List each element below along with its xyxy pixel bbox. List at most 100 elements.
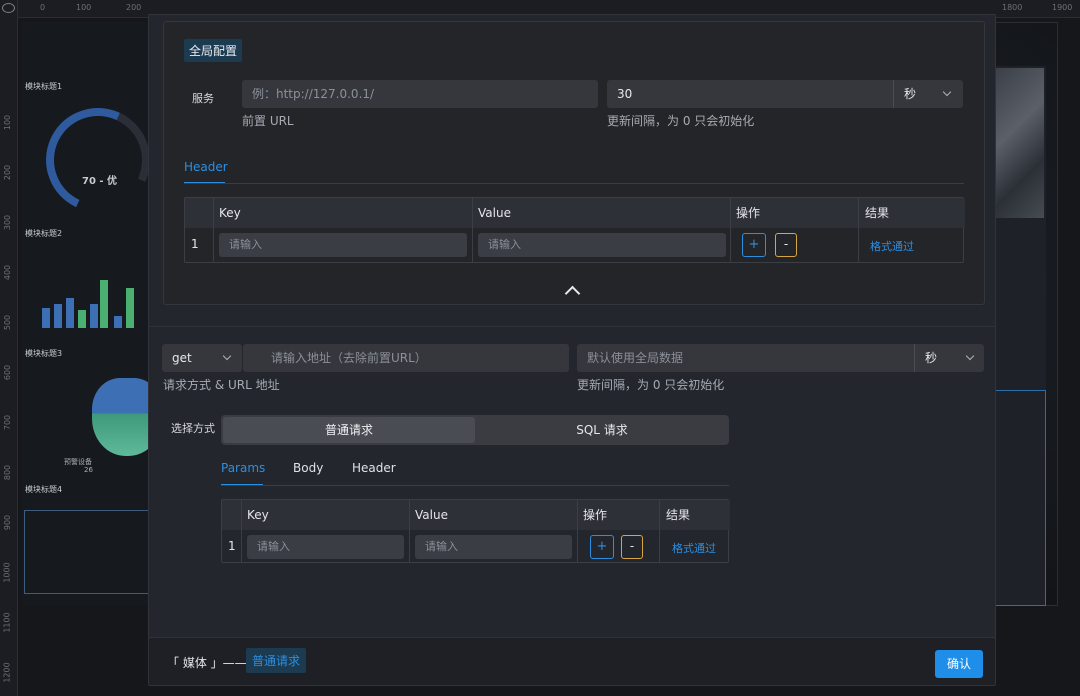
widget-title: 模块标题4 xyxy=(25,484,62,495)
base-url-input[interactable]: 例：http://127.0.0.1/ xyxy=(242,80,598,108)
column-separator xyxy=(730,198,731,262)
validation-result: 格式通过 xyxy=(672,540,716,556)
ruler-mark: 200 xyxy=(126,3,141,12)
column-separator xyxy=(213,198,214,262)
chevron-down-icon xyxy=(223,352,231,360)
chevron-up-icon[interactable] xyxy=(565,286,581,302)
request-url-input[interactable]: 请输入地址（去除前置URL） xyxy=(243,344,569,372)
mode-sql[interactable]: SQL 请求 xyxy=(477,417,727,443)
interval-unit-select[interactable]: 秒 xyxy=(914,344,984,372)
tab-params[interactable]: Params xyxy=(221,461,265,475)
ruler-mark: 300 xyxy=(3,215,12,230)
value-input[interactable]: 请输入 xyxy=(415,535,572,559)
value-input[interactable]: 请输入 xyxy=(478,233,726,257)
column-separator xyxy=(659,500,660,562)
global-interval-input[interactable]: 30 秒 xyxy=(607,80,963,108)
interval-value: 30 xyxy=(617,87,632,101)
key-input[interactable]: 请输入 xyxy=(219,233,467,257)
remove-row-button[interactable]: - xyxy=(775,233,797,257)
interval-unit: 秒 xyxy=(925,351,937,365)
column-actions: 操作 xyxy=(583,500,607,530)
column-key: Key xyxy=(219,198,241,228)
interval-placeholder: 默认使用全局数据 xyxy=(587,351,683,365)
bar-mark xyxy=(126,288,134,328)
bar-mark xyxy=(114,316,122,328)
method-select[interactable]: get xyxy=(162,344,242,372)
eye-icon[interactable] xyxy=(2,3,15,13)
column-separator xyxy=(409,500,410,562)
chevron-down-icon xyxy=(966,352,974,360)
column-separator xyxy=(858,198,859,262)
ruler-mark: 500 xyxy=(3,315,12,330)
media-label: 「 媒体 」—— xyxy=(167,654,247,671)
tab-divider xyxy=(184,183,964,184)
column-key: Key xyxy=(247,500,269,530)
ruler-mark: 600 xyxy=(3,365,12,380)
video-widget xyxy=(996,68,1044,218)
tab-divider xyxy=(221,485,729,486)
gauge-value: 70 - 优 xyxy=(82,172,117,187)
tab-body[interactable]: Body xyxy=(293,461,323,475)
ruler-mark: 1200 xyxy=(3,662,12,682)
request-type-tag: 普通请求 xyxy=(246,648,306,673)
mode-label: 选择方式 xyxy=(171,420,215,436)
column-result: 结果 xyxy=(865,198,889,228)
ruler-mark: 1000 xyxy=(3,562,12,582)
global-config-panel: 全局配置 服务 例：http://127.0.0.1/ 前置 URL 30 秒 … xyxy=(163,21,985,305)
selection-frame xyxy=(996,390,1046,606)
ruler-mark: 800 xyxy=(3,465,12,480)
request-config-modal: 全局配置 服务 例：http://127.0.0.1/ 前置 URL 30 秒 … xyxy=(148,14,996,686)
add-row-button[interactable]: + xyxy=(742,233,766,257)
key-input[interactable]: 请输入 xyxy=(247,535,404,559)
table-header-row xyxy=(222,500,730,530)
ruler-mark: 0 xyxy=(40,3,45,12)
ruler-mark: 100 xyxy=(3,115,12,130)
table-header-row xyxy=(185,198,965,228)
pie-value: 26 xyxy=(84,466,93,474)
tab-header[interactable]: Header xyxy=(352,461,396,475)
column-result: 结果 xyxy=(666,500,690,530)
chevron-down-icon xyxy=(943,88,951,96)
column-separator xyxy=(241,500,242,562)
ruler-left: 100 200 300 400 500 600 700 800 900 1000… xyxy=(0,0,18,696)
modal-footer: 「 媒体 」—— 普通请求 确认 xyxy=(149,637,996,686)
bar-mark xyxy=(42,308,50,328)
column-separator xyxy=(577,500,578,562)
global-interval-hint: 更新间隔，为 0 只会初始化 xyxy=(607,112,754,129)
bar-mark xyxy=(90,304,98,328)
ruler-mark: 1800 xyxy=(1002,3,1022,12)
interval-unit-select[interactable]: 秒 xyxy=(893,80,963,108)
section-divider xyxy=(149,326,996,327)
ruler-mark: 1900 xyxy=(1052,3,1072,12)
request-interval-hint: 更新间隔，为 0 只会初始化 xyxy=(577,376,724,393)
widget-title: 模块标题3 xyxy=(25,348,62,359)
row-index: 1 xyxy=(191,237,199,251)
bar-mark xyxy=(100,280,108,328)
table-widget xyxy=(24,510,150,594)
widget-title: 模块标题2 xyxy=(25,228,62,239)
tab-header[interactable]: Header xyxy=(184,160,228,174)
ruler-mark: 200 xyxy=(3,165,12,180)
method-value: get xyxy=(172,351,192,365)
request-mode-switch: 普通请求 SQL 请求 xyxy=(221,415,729,445)
widget-title: 模块标题1 xyxy=(25,81,62,92)
column-value: Value xyxy=(478,198,511,228)
ruler-mark: 400 xyxy=(3,265,12,280)
base-url-hint: 前置 URL xyxy=(242,112,294,129)
global-header-table: Key Value 操作 结果 1 请输入 请输入 + - 格式通过 xyxy=(184,197,964,263)
request-url-hint: 请求方式 & URL 地址 xyxy=(163,376,280,393)
add-row-button[interactable]: + xyxy=(590,535,614,559)
mode-normal[interactable]: 普通请求 xyxy=(223,417,475,443)
row-index: 1 xyxy=(228,539,236,553)
ruler-mark: 700 xyxy=(3,415,12,430)
interval-unit: 秒 xyxy=(904,87,916,101)
column-actions: 操作 xyxy=(736,198,760,228)
remove-row-button[interactable]: - xyxy=(621,535,643,559)
confirm-button[interactable]: 确认 xyxy=(935,650,983,678)
global-config-tag: 全局配置 xyxy=(184,39,242,62)
service-label: 服务 xyxy=(192,90,214,106)
ruler-mark: 900 xyxy=(3,515,12,530)
bar-mark xyxy=(66,298,74,328)
column-separator xyxy=(472,198,473,262)
request-interval-input[interactable]: 默认使用全局数据 秒 xyxy=(577,344,984,372)
